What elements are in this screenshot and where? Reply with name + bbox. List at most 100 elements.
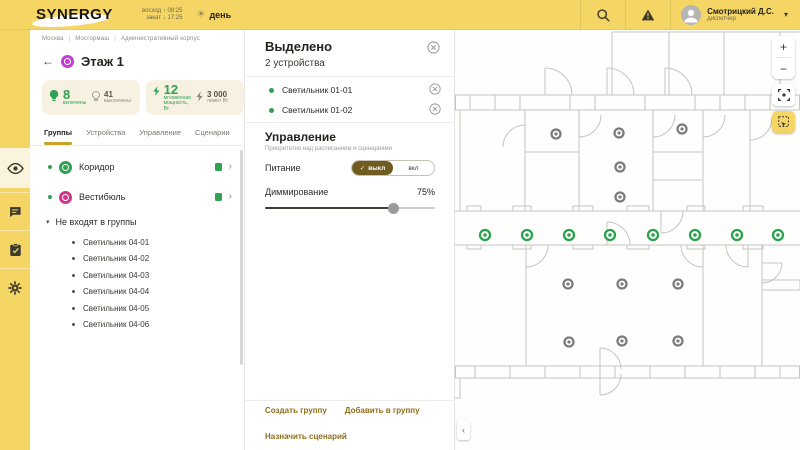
- close-selection-button[interactable]: [427, 41, 440, 57]
- map-light-off[interactable]: [614, 161, 626, 173]
- dimming-knob[interactable]: [387, 202, 399, 214]
- tab-scenarios[interactable]: Сценарии: [195, 122, 230, 145]
- floor-plan-svg[interactable]: [455, 30, 800, 450]
- daypart-indicator[interactable]: ☀ день: [196, 9, 231, 20]
- remove-icon: [429, 102, 441, 115]
- dimming-slider[interactable]: [265, 202, 435, 214]
- selected-device-row[interactable]: Светильник 01-01: [245, 80, 455, 100]
- fit-to-screen-button[interactable]: [772, 84, 795, 106]
- map-light-off[interactable]: [550, 128, 562, 140]
- sunset-label: закат: [146, 14, 162, 21]
- map-light-off[interactable]: [616, 335, 628, 347]
- map-light-off[interactable]: [676, 123, 688, 135]
- list-item[interactable]: Светильник 04-04: [30, 284, 242, 301]
- map-light-off[interactable]: [672, 335, 684, 347]
- device-name: Светильник 01-01: [282, 85, 353, 95]
- tab-groups[interactable]: Группы: [44, 122, 73, 145]
- selected-device-row[interactable]: Светильник 01-02: [245, 100, 455, 120]
- lights-on-label: включены: [63, 100, 87, 107]
- tab-control[interactable]: Управление: [139, 122, 181, 145]
- list-item[interactable]: Светильник 04-06: [30, 317, 242, 334]
- rail-item-monitoring[interactable]: [0, 148, 30, 188]
- eye-icon: [6, 162, 24, 174]
- bullet-icon: [72, 290, 75, 294]
- zoom-control: + −: [772, 36, 795, 79]
- breadcrumb-building[interactable]: Административный корпус: [121, 36, 200, 42]
- map-light-on[interactable]: [520, 228, 534, 242]
- floor-badge-icon: [61, 54, 74, 68]
- remove-device-button[interactable]: [429, 102, 441, 118]
- remove-device-button[interactable]: [429, 82, 441, 98]
- back-button[interactable]: ←: [42, 50, 54, 72]
- logo-text: SYNERGY: [36, 6, 113, 23]
- sun-icon: ☀: [196, 9, 206, 20]
- rail-item-settings[interactable]: [0, 268, 30, 306]
- ungrouped-section-header[interactable]: ▾ Не входят в группы: [46, 217, 136, 227]
- group-badge-icon: [59, 160, 72, 174]
- selection-title: Выделено: [265, 39, 333, 54]
- chevron-right-icon[interactable]: ›: [229, 192, 232, 202]
- group-row-corridor[interactable]: Коридор ›: [30, 152, 242, 182]
- map-light-on[interactable]: [771, 228, 785, 242]
- map-light-off[interactable]: [672, 278, 684, 290]
- floor-plan-panel: + − ‹: [455, 30, 800, 450]
- search-button[interactable]: [581, 0, 625, 30]
- map-light-on[interactable]: [646, 228, 660, 242]
- panel-tabs: Группы Устройства Управление Сценарии: [30, 122, 244, 146]
- divider: [245, 122, 455, 123]
- chevron-right-icon[interactable]: ›: [229, 162, 232, 172]
- control-section-title: Управление: [265, 130, 336, 144]
- assign-scenario-button[interactable]: Назначить сценарий: [265, 432, 347, 441]
- map-light-off[interactable]: [563, 336, 575, 348]
- scrollbar[interactable]: [240, 150, 243, 365]
- map-light-off[interactable]: [616, 278, 628, 290]
- bullet-icon: [72, 273, 75, 277]
- list-item[interactable]: Светильник 04-02: [30, 251, 242, 268]
- device-name: Светильник 04-06: [83, 320, 150, 330]
- marquee-select-button[interactable]: [772, 111, 795, 133]
- bulb-off-icon: [92, 91, 100, 102]
- zoom-out-button[interactable]: −: [772, 58, 795, 79]
- limit-label: лимит Вт: [207, 98, 229, 105]
- sunrise-label: восход: [142, 7, 162, 14]
- breadcrumb-site[interactable]: Мосгормаш: [75, 36, 109, 42]
- group-row-vestibule[interactable]: Вестибюль ›: [30, 182, 242, 212]
- rail-item-tasks[interactable]: [0, 230, 30, 268]
- device-name: Светильник 01-02: [282, 105, 353, 115]
- add-to-group-button[interactable]: Добавить в группу: [345, 406, 420, 415]
- map-light-off[interactable]: [613, 127, 625, 139]
- breadcrumb-separator: |: [114, 36, 117, 42]
- map-light-on[interactable]: [730, 228, 744, 242]
- sunrise-time: 08:25: [167, 7, 183, 14]
- ungrouped-header-label: Не входят в группы: [55, 217, 137, 227]
- map-light-off[interactable]: [562, 278, 574, 290]
- map-light-off[interactable]: [614, 191, 626, 203]
- power-toggle[interactable]: ✓ выкл вкл: [351, 160, 435, 176]
- zoom-in-button[interactable]: +: [772, 36, 795, 57]
- list-item[interactable]: Светильник 04-03: [30, 267, 242, 284]
- group-lamp-indicator-icon: [214, 193, 222, 201]
- device-name: Светильник 04-03: [83, 270, 150, 280]
- list-item[interactable]: Светильник 04-05: [30, 300, 242, 317]
- map-light-on[interactable]: [478, 228, 492, 242]
- selection-count: 2 устройства: [265, 58, 325, 69]
- alerts-button[interactable]: [626, 0, 670, 30]
- power-on-button[interactable]: вкл: [393, 161, 434, 175]
- app-logo[interactable]: SYNERGY: [31, 6, 124, 30]
- clipboard-check-icon: [9, 242, 21, 256]
- map-light-on[interactable]: [603, 228, 617, 242]
- divider: [245, 400, 455, 401]
- map-light-on[interactable]: [688, 228, 702, 242]
- map-light-on[interactable]: [562, 228, 576, 242]
- rail-item-messages[interactable]: [0, 192, 30, 230]
- status-dot: [269, 87, 274, 93]
- user-menu[interactable]: Смотрицкий Д.С. диспетчер ▾: [671, 4, 800, 25]
- search-icon: [597, 8, 610, 21]
- breadcrumb[interactable]: Москва | Мосгормаш | Административный ко…: [42, 36, 200, 42]
- create-group-button[interactable]: Создать группу: [265, 406, 327, 415]
- breadcrumb-city[interactable]: Москва: [42, 36, 64, 42]
- power-off-button[interactable]: ✓ выкл: [352, 161, 393, 175]
- collapse-panel-button[interactable]: ‹: [457, 420, 470, 440]
- list-item[interactable]: Светильник 04-01: [30, 234, 242, 251]
- tab-devices[interactable]: Устройства: [86, 122, 125, 145]
